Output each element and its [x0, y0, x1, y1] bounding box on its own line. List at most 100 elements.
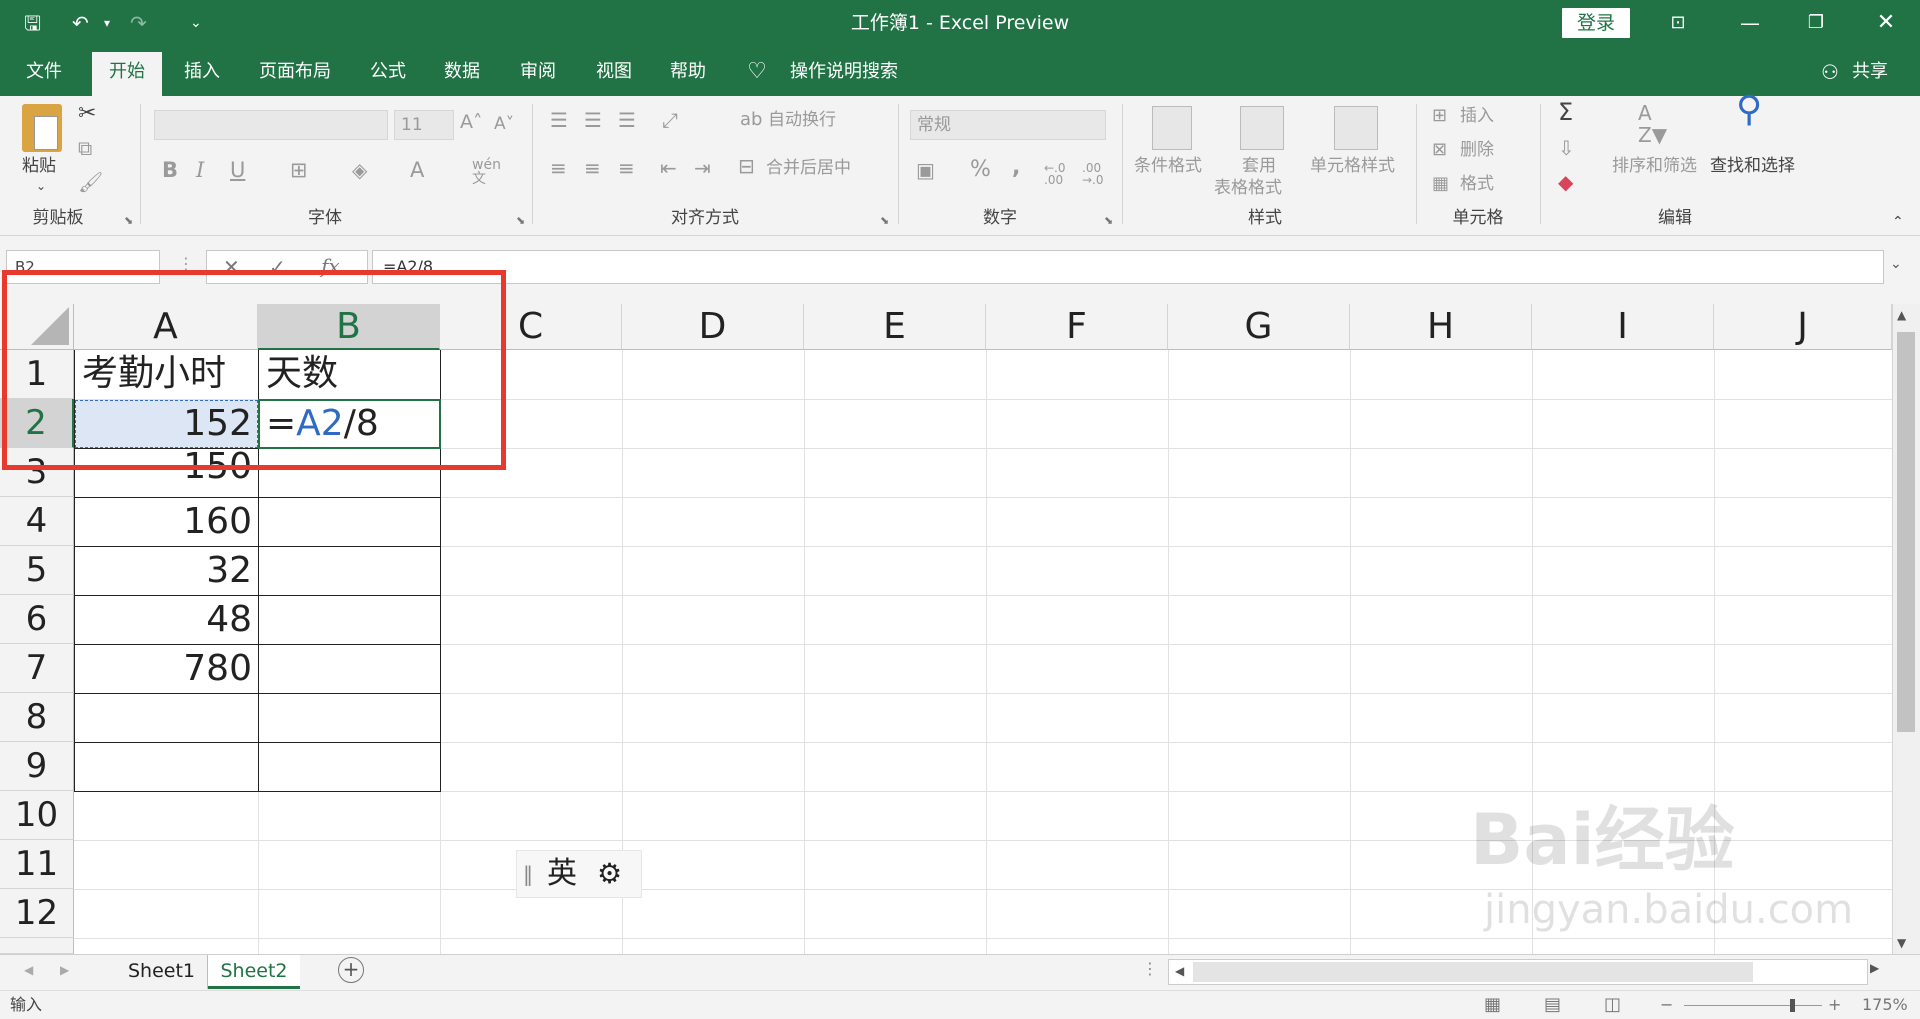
vertical-scroll-thumb[interactable]	[1897, 332, 1915, 732]
expand-formula-bar-icon[interactable]: ⌄	[1890, 256, 1902, 272]
sort-filter-button[interactable]: 排序和筛选	[1612, 156, 1697, 176]
column-header-b[interactable]: B	[258, 304, 440, 350]
conditional-format-button[interactable]: 条件格式	[1134, 156, 1202, 176]
format-table-line1[interactable]: 套用	[1242, 156, 1276, 176]
row-header-3[interactable]: 3	[0, 448, 74, 497]
phonetic-icon[interactable]: wén 文	[472, 158, 501, 186]
align-bottom-icon[interactable]: ☰	[618, 110, 636, 130]
close-icon[interactable]: ✕	[1856, 0, 1916, 46]
save-icon[interactable]: 🖫	[24, 10, 41, 36]
ime-settings-gear-icon[interactable]: ⚙	[597, 851, 622, 897]
underline-button[interactable]: U	[230, 160, 245, 181]
borders-icon[interactable]: ⊞	[290, 160, 308, 181]
merge-center-icon[interactable]: ⊟	[738, 156, 755, 176]
cell-a1[interactable]: 考勤小时	[82, 350, 258, 398]
align-left-icon[interactable]: ≡	[550, 158, 567, 178]
tab-split-grip-icon[interactable]: ⋮	[1142, 959, 1158, 978]
formula-input[interactable]: =A2/8	[372, 250, 1884, 284]
insert-cells-button[interactable]: 插入	[1460, 106, 1494, 126]
format-cells-icon[interactable]: ▦	[1432, 174, 1449, 194]
cell-styles-icon[interactable]	[1334, 106, 1378, 150]
row-header-5[interactable]: 5	[0, 546, 74, 595]
tab-review[interactable]: 审阅	[508, 46, 568, 96]
share-button[interactable]: 共享	[1848, 46, 1892, 96]
select-all-button[interactable]	[0, 304, 74, 350]
column-header-e[interactable]: E	[804, 304, 986, 350]
cancel-icon[interactable]: ✕	[223, 255, 240, 279]
column-header-c[interactable]: C	[440, 304, 622, 350]
row-header-6[interactable]: 6	[0, 595, 74, 644]
wrap-text-icon[interactable]: ab	[740, 110, 762, 130]
login-button[interactable]: 登录	[1562, 8, 1630, 38]
clipboard-launcher-icon[interactable]: ⬊	[124, 214, 133, 227]
delete-cells-button[interactable]: 删除	[1460, 140, 1494, 160]
ime-language[interactable]: 英	[547, 851, 577, 897]
fill-color-icon[interactable]: ◈	[352, 160, 367, 180]
format-table-icon[interactable]	[1240, 106, 1284, 150]
format-table-line2[interactable]: 表格格式	[1214, 178, 1282, 198]
alignment-launcher-icon[interactable]: ⬊	[880, 214, 889, 227]
paste-button[interactable]: 粘贴	[22, 156, 56, 176]
increase-indent-icon[interactable]: ⇥	[694, 158, 711, 178]
cell-b2[interactable]: =A2/8	[266, 400, 440, 448]
align-top-icon[interactable]: ☰	[550, 110, 568, 130]
cell-a5[interactable]: 32	[75, 547, 258, 595]
tab-insert[interactable]: 插入	[172, 46, 232, 96]
column-header-j[interactable]: J	[1714, 304, 1892, 350]
font-launcher-icon[interactable]: ⬊	[516, 214, 525, 227]
format-painter-icon[interactable]: 🖌	[78, 172, 103, 192]
tell-me-search[interactable]: 操作说明搜索	[784, 46, 904, 96]
minimize-icon[interactable]: —	[1720, 0, 1780, 46]
customize-quick-access-icon[interactable]: ⌄	[190, 10, 202, 36]
align-center-icon[interactable]: ≡	[584, 158, 601, 178]
insert-cells-icon[interactable]: ⊞	[1432, 106, 1447, 126]
row-header-4[interactable]: 4	[0, 497, 74, 546]
enter-icon[interactable]: ✓	[269, 255, 286, 279]
autosum-icon[interactable]: Σ	[1558, 100, 1573, 124]
font-size-combo[interactable]: 11	[394, 110, 454, 140]
next-sheet-icon[interactable]: ▶	[60, 963, 69, 977]
sheet-tab-sheet1[interactable]: Sheet1	[116, 955, 208, 989]
row-header-11[interactable]: 11	[0, 840, 74, 889]
bold-button[interactable]: B	[162, 160, 178, 181]
insert-function-icon[interactable]: fx	[321, 254, 340, 278]
tab-home[interactable]: 开始	[92, 52, 162, 96]
merge-center-button[interactable]: 合并后居中	[766, 158, 851, 178]
align-right-icon[interactable]: ≡	[618, 158, 635, 178]
row-header-12[interactable]: 12	[0, 889, 74, 938]
add-sheet-icon[interactable]: +	[338, 957, 364, 983]
row-header-2[interactable]: 2	[0, 399, 74, 448]
copy-icon[interactable]: ⧉	[78, 138, 92, 158]
decrease-indent-icon[interactable]: ⇤	[660, 158, 677, 178]
cell-a7[interactable]: 780	[75, 645, 258, 693]
tab-formulas[interactable]: 公式	[358, 46, 418, 96]
font-name-combo[interactable]	[154, 110, 388, 140]
formula-bar-grip-icon[interactable]: ⋮	[178, 254, 194, 273]
cell-styles-button[interactable]: 单元格样式	[1310, 156, 1395, 176]
undo-dropdown-icon[interactable]: ▾	[104, 10, 110, 36]
italic-button[interactable]: I	[196, 160, 204, 181]
orientation-icon[interactable]: ⤢	[662, 110, 678, 130]
cell-a3[interactable]: 150	[75, 449, 258, 497]
format-cells-button[interactable]: 格式	[1460, 174, 1494, 194]
row-header-9[interactable]: 9	[0, 742, 74, 791]
tab-data[interactable]: 数据	[432, 46, 492, 96]
wrap-text-button[interactable]: 自动换行	[768, 110, 836, 130]
restore-icon[interactable]: ❐	[1786, 0, 1846, 46]
align-middle-icon[interactable]: ☰	[584, 110, 602, 130]
delete-cells-icon[interactable]: ⊠	[1432, 140, 1447, 160]
column-header-d[interactable]: D	[622, 304, 804, 350]
zoom-slider-thumb[interactable]	[1790, 999, 1795, 1012]
sheet-tab-sheet2[interactable]: Sheet2	[208, 955, 300, 989]
scroll-up-icon[interactable]: ▲	[1897, 308, 1906, 322]
conditional-format-icon[interactable]	[1152, 106, 1192, 150]
zoom-level[interactable]: 175%	[1862, 991, 1908, 1019]
ribbon-display-options-icon[interactable]: ⊡	[1648, 0, 1708, 46]
decrease-font-icon[interactable]: A˅	[494, 114, 514, 134]
accounting-format-icon[interactable]: ▣	[916, 160, 935, 180]
cell-a2[interactable]: 152	[75, 400, 258, 448]
row-header-13[interactable]	[0, 938, 74, 954]
decrease-decimal-icon[interactable]: .00 →.0	[1082, 162, 1104, 186]
sort-filter-icon[interactable]: A Z▼	[1638, 102, 1667, 146]
cell-b1[interactable]: 天数	[266, 350, 440, 398]
